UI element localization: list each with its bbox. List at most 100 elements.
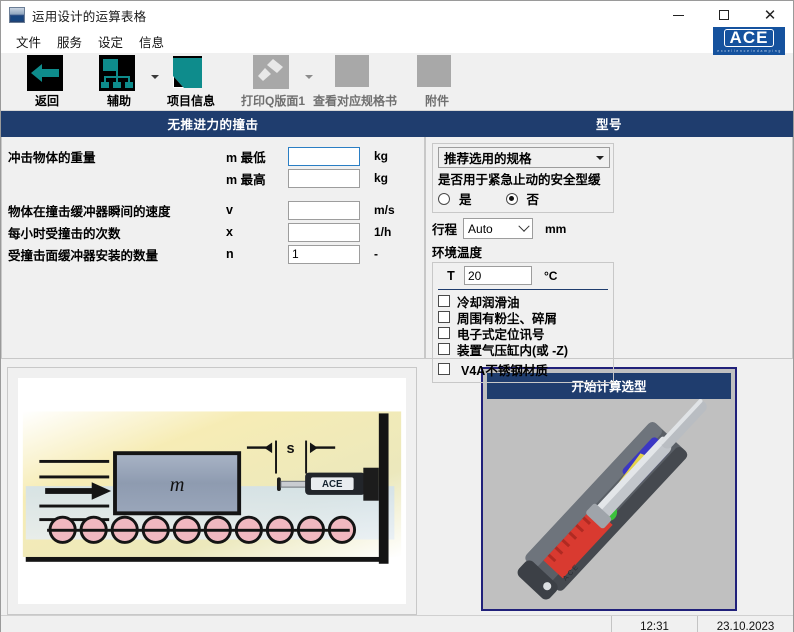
input-velocity[interactable] [288,201,360,220]
toolbar-button-project-info[interactable]: 项目信息 [155,53,227,109]
checkbox-stainless-icon [438,363,450,375]
stroke-label: s [287,441,295,457]
label-velocity: 物体在撞击缓冲器瞬间的速度 [8,201,226,220]
menu-bar: 文件 服务 设定 信息 [1,29,793,53]
symbol-mass-min: m 最低 [226,147,288,166]
close-icon: ✕ [764,8,777,23]
menu-settings[interactable]: 设定 [91,30,130,53]
symbol-mass-max: m 最高 [226,169,288,188]
toolbar-label-view-datasheet: 查看对应规格书 [313,92,397,109]
toolbar: 返回 [1,53,793,111]
safety-radio-group: 是 否 [438,189,608,208]
label-frequency: 每小时受撞击的次数 [8,223,226,242]
ace-logo: ACE e x c e l l e n c e i n d a m p i n … [713,27,785,55]
close-button[interactable]: ✕ [747,1,793,29]
checkbox-row-pneumatic-cylinder[interactable]: 装置气压缸内(或 -Z) [438,341,608,357]
menu-info[interactable]: 信息 [132,30,171,53]
stroke-unit: mm [545,222,566,236]
stroke-select-value: Auto [468,222,520,236]
radio-no-label: 否 [527,189,540,208]
input-mass-min[interactable] [288,147,360,166]
checkbox-dust-icon [438,311,450,323]
illustration-panel: m [7,367,417,615]
input-quantity[interactable] [288,245,360,264]
main-content: 无推进力的撞击 冲击物体的重量 m 最低 kg m 最高 kg 物体在撞击缓冲器… [1,111,793,615]
toolbar-label-project-info: 项目信息 [167,92,215,109]
back-arrow-glyph [31,64,59,82]
stroke-label: 行程 [432,219,457,238]
stroke-select[interactable]: Auto [463,218,533,239]
right-column: 型号 推荐选用的规格 是否用于紧急止动的安全型缓 是 [425,111,793,615]
application-window: 运用设计的运算表格 ✕ 文件 服务 设定 信息 ACE e x c e l l … [0,0,794,632]
toolbar-button-print[interactable]: 打印Q版面1 [237,53,309,109]
toolbar-button-back[interactable]: 返回 [11,53,83,109]
minimize-icon [673,15,684,16]
right-panel-title: 型号 [425,111,793,137]
stroke-row: 行程 Auto mm [432,218,786,239]
calculate-panel[interactable]: 开始计算选型 [481,367,737,611]
toolbar-button-view-datasheet[interactable]: 查看对应规格书 [319,53,391,109]
divider [438,289,608,290]
form-row-frequency: 每小时受撞击的次数 x 1/h [8,221,414,243]
form-row-mass-min: 冲击物体的重量 m 最低 kg [8,145,414,167]
toolbar-label-print: 打印Q版面1 [241,92,305,109]
checkbox-electronic-signal-icon [438,327,450,339]
mass-label: m [170,474,185,496]
app-icon [9,7,25,23]
back-arrow-icon [27,55,67,91]
input-mass-max[interactable] [288,169,360,188]
form-spacer [8,189,414,199]
form-row-mass-max: m 最高 kg [8,167,414,189]
menu-service[interactable]: 服务 [50,30,89,53]
temperature-unit: °C [544,269,557,283]
unit-quantity: - [374,247,378,261]
unit-velocity: m/s [374,203,395,217]
window-controls: ✕ [655,1,793,29]
project-info-document-glyph [171,55,203,89]
shock-absorber-cutaway-image: ACE [487,399,731,605]
minimize-button[interactable] [655,1,701,29]
radio-option-yes[interactable]: 是 [438,189,472,208]
status-date: 23.10.2023 [697,616,793,632]
assist-chart-icon [99,55,139,91]
series-subgroup: 推荐选用的规格 是否用于紧急止动的安全型缓 是 否 [432,143,614,213]
chevron-down-icon-print[interactable] [305,75,313,79]
symbol-velocity: v [226,203,288,217]
toolbar-button-attachment[interactable]: 附件 [401,53,473,109]
maximize-button[interactable] [701,1,747,29]
checkbox-stainless-label: V4A不锈钢材质 [461,360,548,379]
unit-mass-max: kg [374,171,388,185]
title-bar: 运用设计的运算表格 ✕ [1,1,793,29]
temperature-symbol: T [438,269,464,283]
attachment-icon [417,55,457,91]
left-panel-title: 无推进力的撞击 [1,111,425,137]
checkbox-pneumatic-cylinder-icon [438,343,450,355]
chevron-down-icon-stroke [518,220,529,231]
window-title: 运用设计的运算表格 [32,6,146,25]
checkbox-row-stainless[interactable]: V4A不锈钢材质 [438,361,608,377]
ace-logo-text: ACE [724,29,775,47]
shock-absorber-cutaway-graphic: ACE [487,399,731,605]
toolbar-label-back: 返回 [35,92,59,109]
radio-yes-icon [438,193,450,205]
radio-option-no[interactable]: 否 [506,189,540,208]
assist-chart-glyph [99,55,135,91]
unit-mass-min: kg [374,149,388,163]
menu-file[interactable]: 文件 [9,30,48,53]
temperature-row: T °C [438,266,608,285]
radio-no-icon [506,193,518,205]
model-selection-form: 推荐选用的规格 是否用于紧急止动的安全型缓 是 否 [425,137,793,359]
series-select[interactable]: 推荐选用的规格 [438,147,610,168]
ambient-temperature-label: 环境温度 [432,242,786,261]
maximize-icon [719,10,729,20]
temperature-options-group: T °C 冷却润滑油 周围有粉尘、碎屑 电 [432,262,614,383]
checkbox-coolant-icon [438,295,450,307]
toolbar-button-assist[interactable]: 辅助 [83,53,155,109]
toolbar-label-attachment: 附件 [425,92,449,109]
input-frequency[interactable] [288,223,360,242]
status-bar: 12:31 23.10.2023 [1,615,793,632]
left-column: 无推进力的撞击 冲击物体的重量 m 最低 kg m 最高 kg 物体在撞击缓冲器… [1,111,425,615]
form-row-quantity: 受撞击面缓冲器安装的数量 n - [8,243,414,265]
input-temperature[interactable] [464,266,532,285]
brand-label: ACE [322,479,343,490]
